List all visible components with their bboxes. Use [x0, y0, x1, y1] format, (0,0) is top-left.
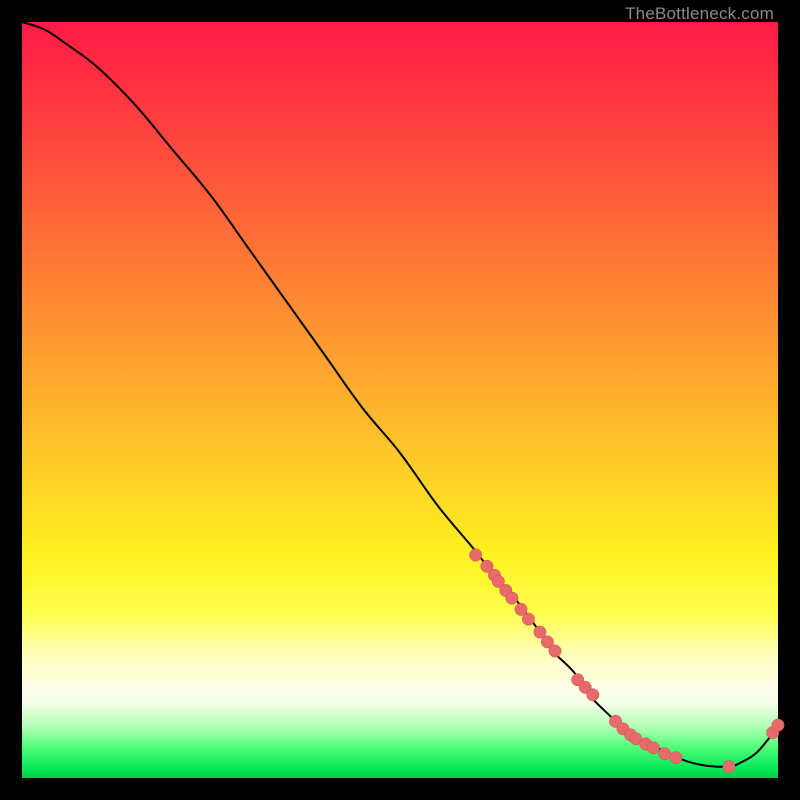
- data-point: [506, 592, 518, 604]
- data-point: [658, 748, 670, 760]
- data-point: [723, 761, 735, 773]
- bottleneck-curve: [22, 22, 778, 778]
- data-point: [670, 751, 682, 763]
- data-point: [647, 742, 659, 754]
- chart-frame: TheBottleneck.com: [0, 0, 800, 800]
- curve-line: [22, 22, 778, 767]
- data-point: [469, 549, 481, 561]
- data-point: [522, 613, 534, 625]
- watermark-text: TheBottleneck.com: [625, 4, 774, 24]
- marker-group: [469, 549, 784, 773]
- plot-area: [22, 22, 778, 778]
- data-point: [587, 689, 599, 701]
- data-point: [549, 645, 561, 657]
- data-point: [772, 719, 784, 731]
